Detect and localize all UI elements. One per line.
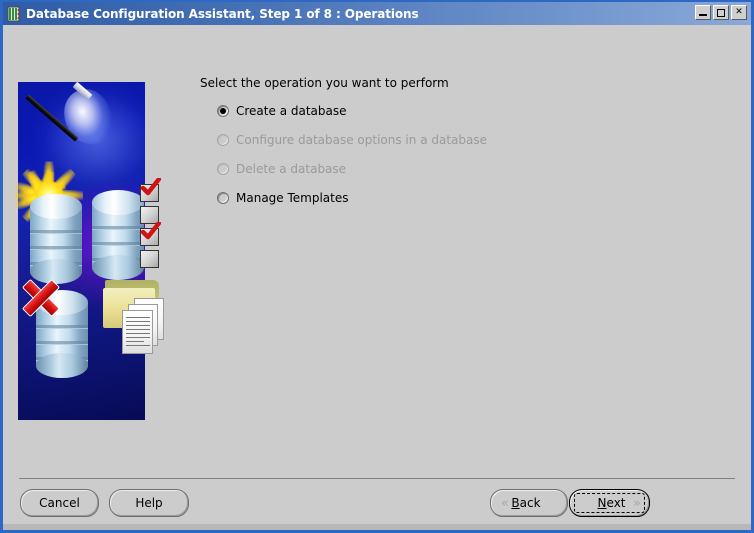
maximize-button[interactable] — [713, 5, 729, 20]
back-button-label: Back — [511, 496, 540, 510]
delete-x-icon — [22, 279, 60, 317]
radio-option-create-a-database[interactable]: Create a database — [217, 103, 347, 119]
radio-button[interactable] — [217, 192, 229, 204]
radio-button[interactable] — [217, 105, 229, 117]
radio-button — [217, 134, 229, 146]
next-button-label: Next — [598, 496, 626, 510]
radio-label: Configure database options in a database — [236, 133, 487, 147]
chevron-right-icon: » — [633, 497, 639, 510]
radio-button — [217, 163, 229, 175]
radio-option-configure-database-options: Configure database options in a database — [217, 132, 487, 148]
chevron-left-icon: « — [501, 497, 507, 510]
client-area: Select the operation you want to perform… — [3, 25, 751, 530]
document-icon — [122, 310, 153, 354]
radio-label: Manage Templates — [236, 191, 349, 205]
checklist-icon — [140, 184, 164, 270]
close-button[interactable]: ✕ — [731, 5, 747, 20]
database-icon — [92, 190, 144, 280]
window-title: Database Configuration Assistant, Step 1… — [26, 7, 419, 21]
application-window: Database Configuration Assistant, Step 1… — [0, 0, 754, 533]
radio-option-delete-a-database: Delete a database — [217, 161, 346, 177]
radio-option-manage-templates[interactable]: Manage Templates — [217, 190, 349, 206]
back-button[interactable]: « Back — [490, 489, 568, 517]
radio-label: Create a database — [236, 104, 347, 118]
database-icon — [30, 194, 82, 284]
help-button-label: Help — [135, 496, 162, 510]
close-icon: ✕ — [732, 6, 746, 19]
database-icon — [6, 6, 22, 22]
help-button[interactable]: Help — [109, 489, 189, 517]
minimize-icon — [699, 14, 707, 16]
cancel-button-label: Cancel — [39, 496, 80, 510]
page-title: Select the operation you want to perform — [200, 76, 449, 90]
window-bottom-strip — [3, 524, 751, 530]
dbca-illustration — [18, 82, 145, 420]
window-controls: ✕ — [695, 5, 747, 20]
cancel-button[interactable]: Cancel — [20, 489, 99, 517]
next-button[interactable]: Next » — [569, 489, 650, 517]
maximize-icon — [717, 9, 725, 17]
radio-label: Delete a database — [236, 162, 346, 176]
title-bar[interactable]: Database Configuration Assistant, Step 1… — [3, 2, 751, 25]
minimize-button[interactable] — [695, 5, 711, 20]
footer-divider — [19, 478, 735, 479]
